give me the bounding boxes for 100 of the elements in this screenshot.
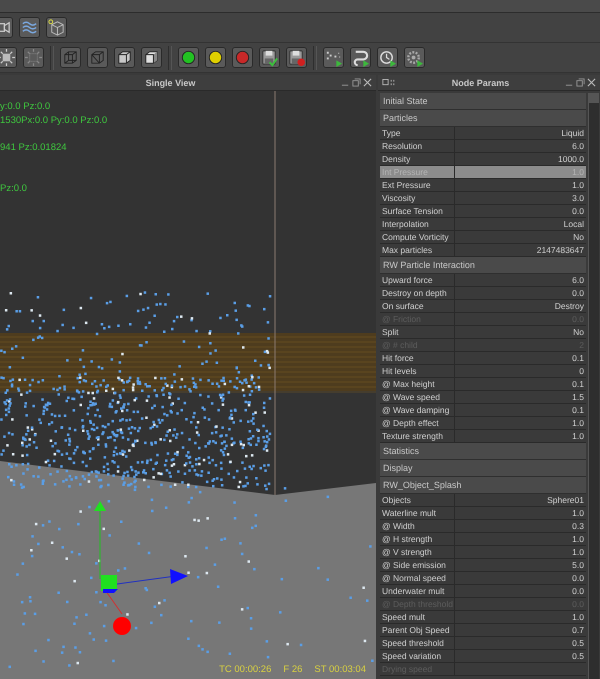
param-value[interactable]: Liquid: [455, 127, 586, 139]
param-row[interactable]: @ Depth effect 1.0: [380, 417, 586, 430]
shaded-cube-button[interactable]: [141, 47, 162, 68]
close-icon[interactable]: [587, 78, 596, 87]
section-header[interactable]: Particles: [380, 110, 586, 127]
param-value[interactable]: 0.0: [455, 585, 586, 597]
param-value[interactable]: 0.1: [455, 378, 586, 390]
param-value[interactable]: 0.5: [455, 637, 586, 649]
param-row[interactable]: @ Wave damping 0.1: [380, 404, 586, 417]
param-value[interactable]: 1.0: [455, 611, 586, 623]
param-label: On surface: [380, 300, 455, 312]
param-value[interactable]: 6.0: [455, 274, 586, 286]
param-label: Surface Tension: [380, 205, 455, 217]
param-label: @ Max height: [380, 378, 455, 390]
param-row[interactable]: Texture strength 1.0: [380, 430, 586, 443]
cube-button[interactable]: [46, 17, 67, 38]
param-value[interactable]: 1.0: [455, 533, 586, 545]
params-title: Node Params: [450, 78, 510, 88]
restore-icon[interactable]: [576, 78, 585, 87]
param-value[interactable]: 1.0: [455, 546, 586, 558]
param-label: Upward force: [380, 274, 455, 286]
param-row[interactable]: Objects Sphere01: [380, 494, 586, 507]
param-value[interactable]: 0.0: [455, 205, 586, 217]
param-value[interactable]: 1.0: [455, 179, 586, 191]
param-row[interactable]: @ Max height 0.1: [380, 378, 586, 391]
param-row[interactable]: Interpolation Local: [380, 218, 586, 231]
param-row[interactable]: Surface Tension 0.0: [380, 205, 586, 218]
param-value[interactable]: Sphere01: [455, 494, 586, 506]
param-row[interactable]: Density 1000.0: [380, 153, 586, 166]
param-row[interactable]: Speed variation 0.5: [380, 650, 586, 663]
cube-icon: [47, 18, 66, 37]
transform-gizmo[interactable]: [94, 501, 188, 635]
burst-button[interactable]: [0, 47, 17, 68]
burst-button[interactable]: [23, 47, 44, 68]
loop-button[interactable]: [350, 47, 371, 68]
param-row[interactable]: Ext Pressure 1.0: [380, 179, 586, 192]
param-row[interactable]: Hit force 0.1: [380, 352, 586, 365]
param-row[interactable]: Hit levels 0: [380, 365, 586, 378]
param-value[interactable]: 6.0: [455, 140, 586, 152]
param-value[interactable]: 1000.0: [455, 153, 586, 165]
param-row[interactable]: Compute Vorticity No: [380, 231, 586, 244]
param-value[interactable]: Local: [455, 218, 586, 230]
param-row[interactable]: Viscosity 3.0: [380, 192, 586, 205]
param-value[interactable]: 0.3: [455, 520, 586, 532]
cube-button[interactable]: [114, 47, 135, 68]
param-row[interactable]: Parent Obj Speed 0.7: [380, 624, 586, 637]
param-value[interactable]: 0.5: [455, 650, 586, 662]
param-row[interactable]: Destroy on depth 0.0: [380, 287, 586, 300]
param-value[interactable]: 0.0: [455, 287, 586, 299]
param-row[interactable]: @ Normal speed 0.0: [380, 572, 586, 585]
param-row[interactable]: Underwater mult 0.0: [380, 585, 586, 598]
param-value[interactable]: 1.5: [455, 391, 586, 403]
param-value[interactable]: 0: [455, 365, 586, 377]
particles-button[interactable]: [323, 47, 344, 68]
param-value[interactable]: 2147483647: [455, 244, 586, 256]
restore-icon[interactable]: [352, 78, 361, 87]
param-value[interactable]: 0.7: [455, 624, 586, 636]
param-row[interactable]: @ Wave speed 1.5: [380, 391, 586, 404]
param-value[interactable]: 0.1: [455, 404, 586, 416]
light-button[interactable]: [205, 47, 226, 68]
section-header[interactable]: Display: [380, 460, 586, 477]
light-button[interactable]: [178, 47, 199, 68]
param-value[interactable]: 0.1: [455, 352, 586, 364]
param-row[interactable]: Max particles 2147483647: [380, 244, 586, 257]
param-row[interactable]: Split No: [380, 326, 586, 339]
clock-icon: [378, 48, 397, 67]
param-value[interactable]: Destroy: [455, 300, 586, 312]
param-row[interactable]: @ H strength 1.0: [380, 533, 586, 546]
scrollbar[interactable]: [588, 93, 599, 679]
param-row[interactable]: @ V strength 1.0: [380, 546, 586, 559]
param-row[interactable]: On surface Destroy: [380, 300, 586, 313]
param-value[interactable]: No: [455, 231, 586, 243]
section-header[interactable]: Statistics: [380, 443, 586, 460]
pin-icon[interactable]: [382, 78, 396, 87]
param-label: Hit force: [380, 352, 455, 364]
param-value[interactable]: 5.0: [455, 559, 586, 571]
param-row[interactable]: @ Width 0.3: [380, 520, 586, 533]
waves-button[interactable]: [19, 17, 40, 38]
save-button[interactable]: [259, 47, 280, 68]
section-header[interactable]: RW Particle Interaction: [380, 257, 586, 274]
param-value[interactable]: 0.0: [455, 572, 586, 584]
clock-button[interactable]: [377, 47, 398, 68]
param-row[interactable]: Upward force 6.0: [380, 274, 586, 287]
section-header[interactable]: RW_Object_Splash: [380, 477, 586, 494]
section-header[interactable]: Initial State: [380, 93, 586, 110]
param-value[interactable]: 1.0: [455, 430, 586, 442]
close-icon[interactable]: [363, 78, 372, 87]
param-value[interactable]: 1.0: [455, 417, 586, 429]
param-value[interactable]: No: [455, 326, 586, 338]
param-row[interactable]: Waterline mult 1.0: [380, 507, 586, 520]
param-row[interactable]: Resolution 6.0: [380, 140, 586, 153]
param-value[interactable]: 1.0: [455, 507, 586, 519]
param-row[interactable]: Speed threshold 0.5: [380, 637, 586, 650]
param-row[interactable]: Type Liquid: [380, 127, 586, 140]
param-value[interactable]: 3.0: [455, 192, 586, 204]
save-button[interactable]: [286, 47, 307, 68]
param-row[interactable]: Speed mult 1.0: [380, 611, 586, 624]
param-row[interactable]: @ Side emission 5.0: [380, 559, 586, 572]
timecode: TC 00:00:26: [219, 664, 272, 675]
gear-button[interactable]: [404, 47, 425, 68]
